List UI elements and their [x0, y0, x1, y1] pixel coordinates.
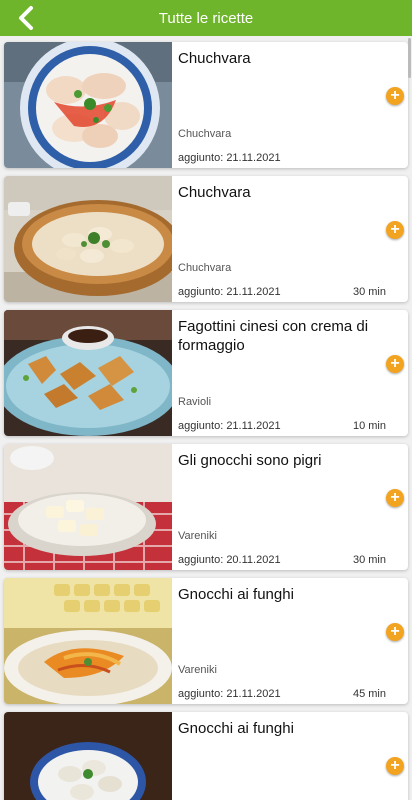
recipe-card[interactable]: Fagottini cinesi con crema di formaggio …	[4, 310, 408, 436]
recipe-title: Fagottini cinesi con crema di formaggio	[178, 318, 369, 354]
recipe-image	[4, 176, 172, 302]
recipe-time: 30 min	[352, 554, 386, 566]
recipe-card[interactable]: Chuchvara + Chuchvara aggiunto: 21.11.20…	[4, 176, 408, 302]
recipe-date: aggiunto: 21.11.2021	[178, 152, 281, 164]
recipe-image	[4, 444, 172, 570]
plus-icon: +	[390, 87, 400, 104]
scrollbar[interactable]	[408, 38, 411, 78]
plus-icon: +	[390, 355, 400, 372]
add-to-favorites-button[interactable]: +	[386, 221, 404, 239]
add-to-favorites-button[interactable]: +	[386, 623, 404, 641]
add-to-favorites-button[interactable]: +	[386, 355, 404, 373]
recipe-category: Chuchvara	[178, 128, 232, 140]
back-button[interactable]	[10, 2, 42, 34]
recipe-image	[4, 310, 172, 436]
recipe-time: 10 min	[352, 420, 386, 432]
recipe-image	[4, 578, 172, 704]
recipe-title: Gnocchi ai funghi	[178, 720, 294, 737]
page-title: Tutte le ricette	[158, 9, 254, 27]
recipe-card[interactable]: Gli gnocchi sono pigri + Vareniki aggiun…	[4, 444, 408, 570]
app-bar: Tutte le ricette	[0, 0, 412, 36]
add-to-favorites-button[interactable]: +	[386, 757, 404, 775]
plus-icon: +	[390, 489, 400, 506]
recipe-card[interactable]: Gnocchi ai funghi + Vareniki aggiunto: 2…	[4, 578, 408, 704]
recipe-image	[4, 712, 172, 800]
recipe-category: Vareniki	[178, 530, 217, 542]
plus-icon: +	[390, 221, 400, 238]
recipe-date: aggiunto: 21.11.2021	[178, 420, 281, 432]
recipe-card[interactable]: Chuchvara + Chuchvara aggiunto: 21.11.20…	[4, 42, 408, 168]
recipe-title: Gnocchi ai funghi	[178, 586, 294, 603]
recipe-list[interactable]: Chuchvara + Chuchvara aggiunto: 21.11.20…	[0, 36, 412, 800]
plus-icon: +	[390, 623, 400, 640]
recipe-title: Gli gnocchi sono pigri	[178, 452, 322, 469]
recipe-title: Chuchvara	[178, 184, 251, 201]
recipe-date: aggiunto: 20.11.2021	[178, 554, 281, 566]
plus-icon: +	[390, 757, 400, 774]
recipe-time: 45 min	[352, 688, 386, 700]
recipe-title: Chuchvara	[178, 50, 251, 67]
recipe-date: aggiunto: 21.11.2021	[178, 286, 281, 298]
add-to-favorites-button[interactable]: +	[386, 87, 404, 105]
recipe-category: Chuchvara	[178, 262, 232, 274]
recipe-time: 30 min	[352, 286, 386, 298]
recipe-card[interactable]: Gnocchi ai funghi +	[4, 712, 408, 800]
recipe-category: Vareniki	[178, 664, 217, 676]
recipe-date: aggiunto: 21.11.2021	[178, 688, 281, 700]
recipe-image	[4, 42, 172, 168]
add-to-favorites-button[interactable]: +	[386, 489, 404, 507]
chevron-left-icon	[19, 6, 33, 30]
recipe-category: Ravioli	[178, 396, 212, 408]
